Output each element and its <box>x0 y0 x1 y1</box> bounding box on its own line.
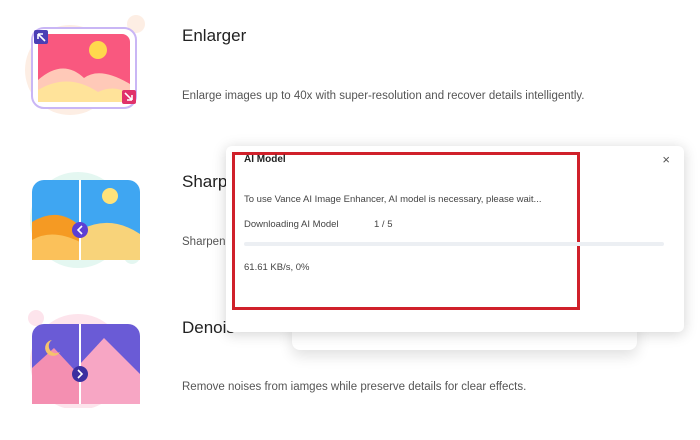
ai-model-dialog: AI Model × To use Vance AI Image Enhance… <box>226 146 684 332</box>
sharpen-image-icon <box>18 160 148 270</box>
download-count: 1 / 5 <box>374 219 393 230</box>
dialog-title: AI Model <box>244 154 286 165</box>
feature-description: Sharpen <box>182 236 226 248</box>
denoise-image-icon <box>18 298 148 410</box>
feature-description: Remove noises from iamges while preserve… <box>182 381 527 393</box>
annotation-highlight-box <box>232 152 580 310</box>
enlarger-image-icon <box>18 10 148 120</box>
feature-description: Enlarge images up to 40x with super-reso… <box>182 90 585 102</box>
feature-title: Enlarger <box>182 26 247 45</box>
close-icon[interactable]: × <box>662 152 670 167</box>
download-label: Downloading AI Model <box>244 219 339 230</box>
download-progress-bar <box>244 242 664 246</box>
download-speed: 61.61 KB/s, 0% <box>244 262 310 273</box>
dialog-message: To use Vance AI Image Enhancer, AI model… <box>244 194 542 205</box>
